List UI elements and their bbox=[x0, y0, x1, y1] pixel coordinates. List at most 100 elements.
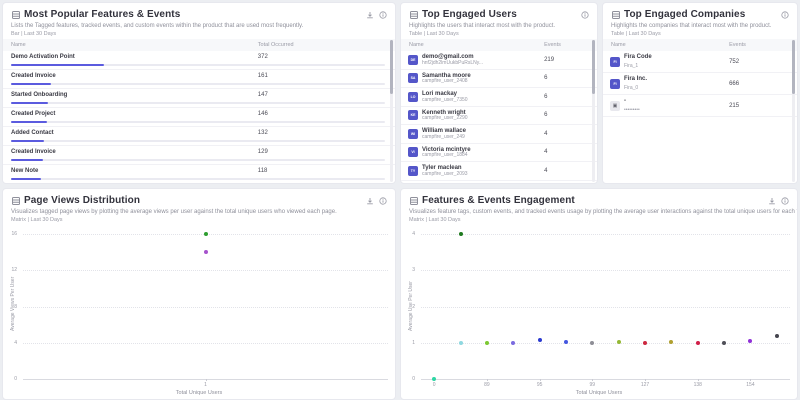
table-row[interactable]: Added Contact 132 bbox=[3, 127, 395, 146]
scatter-point[interactable] bbox=[643, 340, 648, 345]
info-icon[interactable] bbox=[378, 196, 387, 205]
row-value: 6 bbox=[544, 75, 548, 82]
table-row[interactable]: Created Invoice 161 bbox=[3, 70, 395, 89]
page-views-chart: 0 4 8 12 16 1 Total Unique Users Average Views … bbox=[3, 219, 395, 399]
y-tick-label: 4 bbox=[412, 231, 415, 238]
panel-header: Features & Events Engagement bbox=[401, 189, 797, 206]
bar-fill bbox=[11, 139, 44, 142]
y-tick-label: 16 bbox=[11, 231, 17, 238]
gridline bbox=[421, 270, 790, 272]
scatter-point[interactable] bbox=[563, 339, 568, 344]
list-item[interactable]: SA Samantha moore campfire_user_2408 6 bbox=[401, 70, 597, 88]
scatter-point[interactable] bbox=[722, 340, 727, 345]
info-icon[interactable] bbox=[378, 10, 387, 19]
avatar: DE bbox=[408, 54, 418, 65]
row-name: Created Project bbox=[11, 111, 56, 117]
avatar: FI bbox=[610, 56, 620, 67]
features-table: Name Total Occurred Demo Activation Poin… bbox=[3, 39, 395, 183]
row-name: Fira Inc. bbox=[624, 76, 648, 82]
list-item[interactable]: VI Victoria mcintyre campfire_user_1884 4 bbox=[401, 144, 597, 162]
bar-fill bbox=[11, 158, 44, 161]
companies-table-body: FI Fira Code Fira_1 752 FI Fira Inc. Fira_0 666… bbox=[603, 51, 797, 117]
scatter-point[interactable] bbox=[616, 340, 621, 345]
scrollbar-thumb[interactable] bbox=[390, 40, 393, 94]
avatar: TY bbox=[408, 165, 418, 176]
row-value: 6 bbox=[544, 112, 548, 119]
panel-title: Page Views Distribution bbox=[24, 195, 141, 206]
x-axis-label: Total Unique Users bbox=[575, 390, 623, 396]
list-item[interactable]: TY Tyler maclean campfire_user_2093 4 bbox=[401, 162, 597, 181]
bar-track bbox=[11, 82, 385, 85]
row-name: Started Onboarding bbox=[11, 92, 68, 98]
scatter-point[interactable] bbox=[774, 333, 779, 338]
table-row[interactable]: New Note 118 bbox=[3, 165, 395, 183]
scatter-point[interactable] bbox=[695, 340, 700, 345]
chart-icon bbox=[11, 196, 20, 205]
scrollbar-thumb[interactable] bbox=[792, 40, 795, 94]
row-value: 215 bbox=[729, 102, 740, 109]
panel-title: Features & Events Engagement bbox=[422, 195, 575, 206]
scatter-point[interactable] bbox=[458, 232, 463, 237]
scatter-point[interactable] bbox=[203, 232, 208, 237]
x-tick-mark bbox=[486, 379, 488, 381]
features-table-body: Demo Activation Point 372 Created Invoice 1… bbox=[3, 51, 395, 183]
row-value: 132 bbox=[257, 130, 268, 136]
row-value: 147 bbox=[257, 92, 268, 98]
info-icon[interactable] bbox=[780, 196, 789, 205]
table-row[interactable]: Created Invoice 129 bbox=[3, 146, 395, 165]
scatter-point[interactable] bbox=[203, 250, 208, 255]
list-item[interactable]: ▣ - ••••••••• 215 bbox=[603, 95, 797, 117]
column-header-name: Name bbox=[11, 42, 26, 48]
users-table-header: Name Events bbox=[401, 39, 597, 51]
table-row[interactable]: Demo Activation Point 372 bbox=[3, 51, 395, 70]
table-row[interactable]: Created Project 146 bbox=[3, 108, 395, 127]
list-item[interactable]: WI William wallace campfire_user_249 4 bbox=[401, 125, 597, 144]
row-value: 752 bbox=[729, 58, 740, 65]
scrollbar-thumb[interactable] bbox=[592, 40, 595, 94]
row-subtitle: campfire_user_7350 bbox=[422, 96, 468, 103]
download-icon[interactable] bbox=[365, 196, 374, 205]
scatter-point[interactable] bbox=[590, 340, 595, 345]
panel-subtitle: Highlights the users that interact most … bbox=[409, 23, 556, 29]
gridline bbox=[421, 379, 790, 380]
row-name: Created Invoice bbox=[11, 73, 56, 79]
y-axis-label: Average Use Per User bbox=[408, 281, 414, 331]
avatar: WI bbox=[408, 128, 418, 139]
list-item[interactable]: FI Fira Inc. Fira_0 666 bbox=[603, 73, 797, 95]
download-icon[interactable] bbox=[365, 10, 374, 19]
row-name: Created Invoice bbox=[11, 149, 56, 155]
x-tick-mark bbox=[539, 379, 541, 381]
scatter-point[interactable] bbox=[537, 338, 542, 343]
row-name: Fira Code bbox=[624, 54, 652, 60]
panel-features-events-engagement: Features & Events Engagement Visualizes … bbox=[400, 188, 798, 400]
info-icon[interactable] bbox=[580, 10, 589, 19]
panel-meta: Table | Last 30 Days bbox=[611, 31, 661, 37]
row-subtitle: Fira_0 bbox=[624, 85, 639, 91]
row-value: 146 bbox=[257, 111, 268, 117]
panel-most-popular-features-events: Most Popular Features & Events Lists the… bbox=[2, 2, 396, 184]
row-subtitle: hnf2jdh2lmUukbPuRsLNy... bbox=[422, 59, 484, 66]
scatter-point[interactable] bbox=[748, 338, 753, 343]
row-value: 4 bbox=[544, 149, 548, 156]
scatter-point[interactable] bbox=[511, 340, 516, 345]
list-item[interactable]: KE Kenneth wright campfire_user_2290 6 bbox=[401, 107, 597, 125]
x-tick-label: 1 bbox=[204, 382, 207, 388]
y-tick-label: 1 bbox=[412, 339, 415, 346]
x-tick-label: 154 bbox=[746, 382, 755, 388]
avatar: VI bbox=[408, 147, 418, 158]
list-item[interactable]: FI Fira Code Fira_1 752 bbox=[603, 51, 797, 73]
column-header-name: Name bbox=[409, 42, 424, 48]
company-avatar-placeholder: ▣ bbox=[610, 100, 620, 111]
scatter-point[interactable] bbox=[484, 340, 489, 345]
table-row[interactable]: Started Onboarding 147 bbox=[3, 89, 395, 108]
bar-fill bbox=[11, 63, 104, 66]
download-icon[interactable] bbox=[767, 196, 776, 205]
scatter-point[interactable] bbox=[669, 339, 674, 344]
info-icon[interactable] bbox=[780, 10, 789, 19]
list-item[interactable]: DE demo@gmail.com hnf2jdh2lmUukbPuRsLNy...… bbox=[401, 51, 597, 70]
row-subtitle: Fira_1 bbox=[624, 63, 639, 69]
scatter-point[interactable] bbox=[432, 377, 437, 381]
y-tick-label: 4 bbox=[14, 339, 17, 346]
scatter-point[interactable] bbox=[458, 340, 463, 345]
list-item[interactable]: LO Lori mackay campfire_user_7350 6 bbox=[401, 88, 597, 107]
